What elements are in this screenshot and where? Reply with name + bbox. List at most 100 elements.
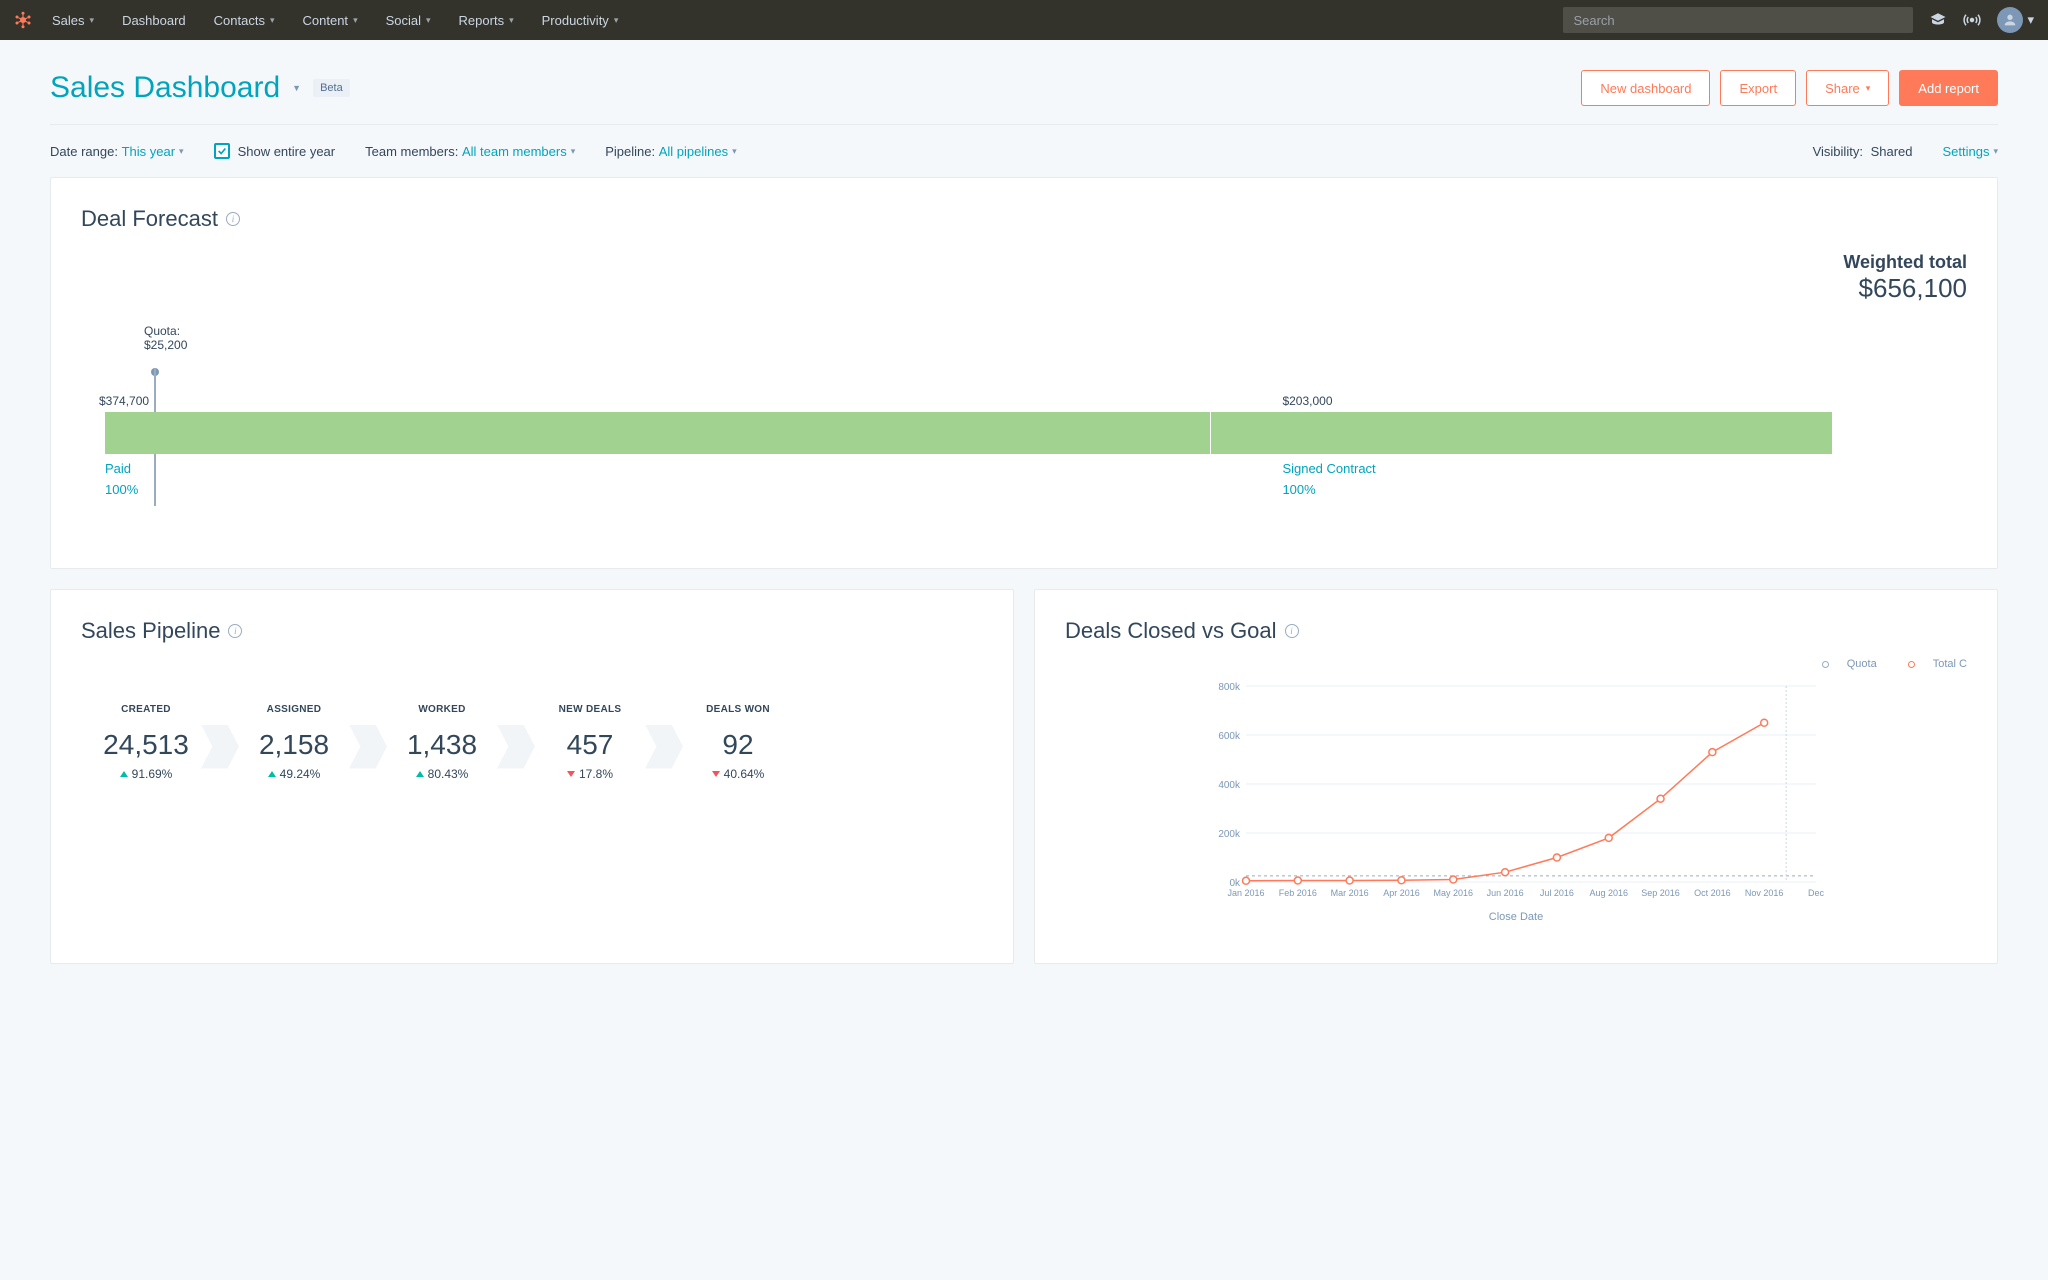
chevron-down-icon: ▾ (1866, 83, 1871, 94)
chevron-down-icon: ▾ (270, 15, 275, 26)
nav-contacts[interactable]: Contacts▾ (200, 0, 289, 40)
legend-quota: Quota (1808, 658, 1877, 670)
stage-label: WORKED (387, 704, 497, 715)
stage-percent: 17.8% (535, 767, 645, 781)
pipeline-stages: CREATED 24,513 91.69% ASSIGNED 2,158 49.2… (81, 704, 983, 781)
chevron-down-icon: ▾ (353, 15, 358, 26)
page-header: Sales Dashboard ▼ Beta New dashboard Exp… (50, 40, 1998, 125)
weighted-total-label: Weighted total (81, 252, 1967, 273)
share-label: Share (1825, 81, 1860, 96)
svg-text:Jan 2016: Jan 2016 (1227, 888, 1264, 898)
chevron-down-icon: ▾ (571, 146, 576, 157)
header-actions: New dashboard Export Share ▾ Add report (1581, 70, 1998, 106)
chevron-down-icon: ▾ (614, 15, 619, 26)
nav-social[interactable]: Social▾ (372, 0, 445, 40)
user-menu[interactable]: ▾ (1997, 7, 2034, 33)
dashboard-switcher[interactable]: ▼ (292, 83, 301, 93)
segment-signed-caption: Signed Contract 100% (1282, 459, 1375, 501)
deal-forecast-card: Deal Forecast i Weighted total $656,100 … (50, 177, 1998, 569)
filter-date: Date range: This year▾ (50, 144, 184, 159)
card-title: Deal Forecast i (81, 206, 1967, 232)
filter-team: Team members: All team members▾ (365, 144, 575, 159)
triangle-down-icon (567, 771, 575, 777)
nav-right: ▾ (1563, 7, 2034, 33)
card-title: Sales Pipeline i (81, 618, 983, 644)
filter-team-label: Team members: (365, 144, 458, 159)
filter-pipeline-value[interactable]: All pipelines▾ (659, 144, 737, 159)
legend-total: Total C (1894, 658, 1967, 670)
segment-paid-caption: Paid 100% (105, 459, 138, 501)
svg-text:600k: 600k (1218, 731, 1241, 742)
stage-value: 457 (535, 729, 645, 761)
pipeline-stage[interactable]: NEW DEALS 457 17.8% (535, 704, 645, 781)
nav-item-label: Reports (459, 13, 505, 28)
card-title: Deals Closed vs Goal i (1065, 618, 1967, 644)
arrow-separator-icon (349, 725, 387, 769)
nav-dashboard[interactable]: Dashboard (108, 0, 200, 40)
checkbox-icon (214, 143, 230, 159)
filter-visibility: Visibility: Shared (1813, 144, 1913, 159)
chevron-down-icon: ▾ (179, 146, 184, 157)
current-total-label: $374,700 (99, 394, 149, 408)
pipeline-stage[interactable]: CREATED 24,513 91.69% (91, 704, 201, 781)
nav-item-label: Productivity (542, 13, 609, 28)
forecast-chart: Quota: $25,200 $374,700 $203,000 Paid 10… (101, 324, 1947, 534)
svg-text:Oct 2016: Oct 2016 (1694, 888, 1731, 898)
svg-text:Aug 2016: Aug 2016 (1589, 888, 1628, 898)
stage-label: ASSIGNED (239, 704, 349, 715)
show-entire-year-checkbox[interactable]: Show entire year (214, 143, 336, 159)
svg-text:Mar 2016: Mar 2016 (1331, 888, 1369, 898)
forecast-bar (105, 412, 1832, 454)
chevron-down-icon: ▾ (90, 15, 95, 26)
chevron-down-icon: ▾ (732, 146, 737, 157)
card-title-text: Sales Pipeline (81, 618, 220, 644)
quota-label: Quota: (144, 324, 187, 338)
stage-percent: 91.69% (91, 767, 201, 781)
svg-text:Jun 2016: Jun 2016 (1487, 888, 1524, 898)
pipeline-stage[interactable]: ASSIGNED 2,158 49.24% (239, 704, 349, 781)
nav-brand-label: Sales (52, 13, 85, 28)
nav-brand[interactable]: Sales ▾ (38, 0, 108, 40)
share-button[interactable]: Share ▾ (1806, 70, 1889, 106)
card-title-text: Deals Closed vs Goal (1065, 618, 1277, 644)
nav-content[interactable]: Content ▾ (289, 0, 372, 40)
info-icon[interactable]: i (228, 624, 242, 638)
chevron-down-icon: ▾ (2027, 12, 2034, 28)
avatar-icon (1997, 7, 2023, 33)
filter-date-value[interactable]: This year▾ (122, 144, 184, 159)
add-report-button[interactable]: Add report (1899, 70, 1998, 106)
nav-productivity[interactable]: Productivity ▾ (528, 0, 633, 40)
new-dashboard-button[interactable]: New dashboard (1581, 70, 1710, 106)
info-icon[interactable]: i (1285, 624, 1299, 638)
nav-reports[interactable]: Reports▾ (445, 0, 528, 40)
stage-value: 1,438 (387, 729, 497, 761)
triangle-up-icon (416, 771, 424, 777)
svg-text:Sep 2016: Sep 2016 (1641, 888, 1680, 898)
search-input[interactable] (1563, 7, 1913, 33)
nav-item-label: Content (303, 13, 349, 28)
segment-paid[interactable] (105, 412, 1210, 454)
triangle-down-icon (712, 771, 720, 777)
pipeline-stage[interactable]: WORKED 1,438 80.43% (387, 704, 497, 781)
sprocket-logo-icon[interactable] (14, 11, 38, 29)
svg-text:Close Date: Close Date (1489, 911, 1543, 923)
segment-signed[interactable] (1211, 412, 1832, 454)
stage-label: DEALS WON (683, 704, 793, 715)
sales-pipeline-card: Sales Pipeline i CREATED 24,513 91.69% AS… (50, 589, 1014, 964)
filter-date-label: Date range: (50, 144, 118, 159)
info-icon[interactable]: i (226, 212, 240, 226)
export-button[interactable]: Export (1720, 70, 1796, 106)
pipeline-stage[interactable]: DEALS WON 92 40.64% (683, 704, 793, 781)
filter-visibility-value: Shared (1871, 144, 1913, 159)
beta-badge: Beta (313, 79, 350, 97)
svg-text:Jul 2016: Jul 2016 (1540, 888, 1574, 898)
broadcast-icon[interactable] (1963, 11, 1981, 29)
settings-link[interactable]: Settings▾ (1942, 144, 1998, 159)
filter-team-value[interactable]: All team members▾ (462, 144, 575, 159)
arrow-separator-icon (645, 725, 683, 769)
stage-value: 2,158 (239, 729, 349, 761)
stage-value: 24,513 (91, 729, 201, 761)
stage-label: CREATED (91, 704, 201, 715)
chevron-down-icon: ▾ (1993, 146, 1998, 157)
academy-icon[interactable] (1929, 11, 1947, 29)
